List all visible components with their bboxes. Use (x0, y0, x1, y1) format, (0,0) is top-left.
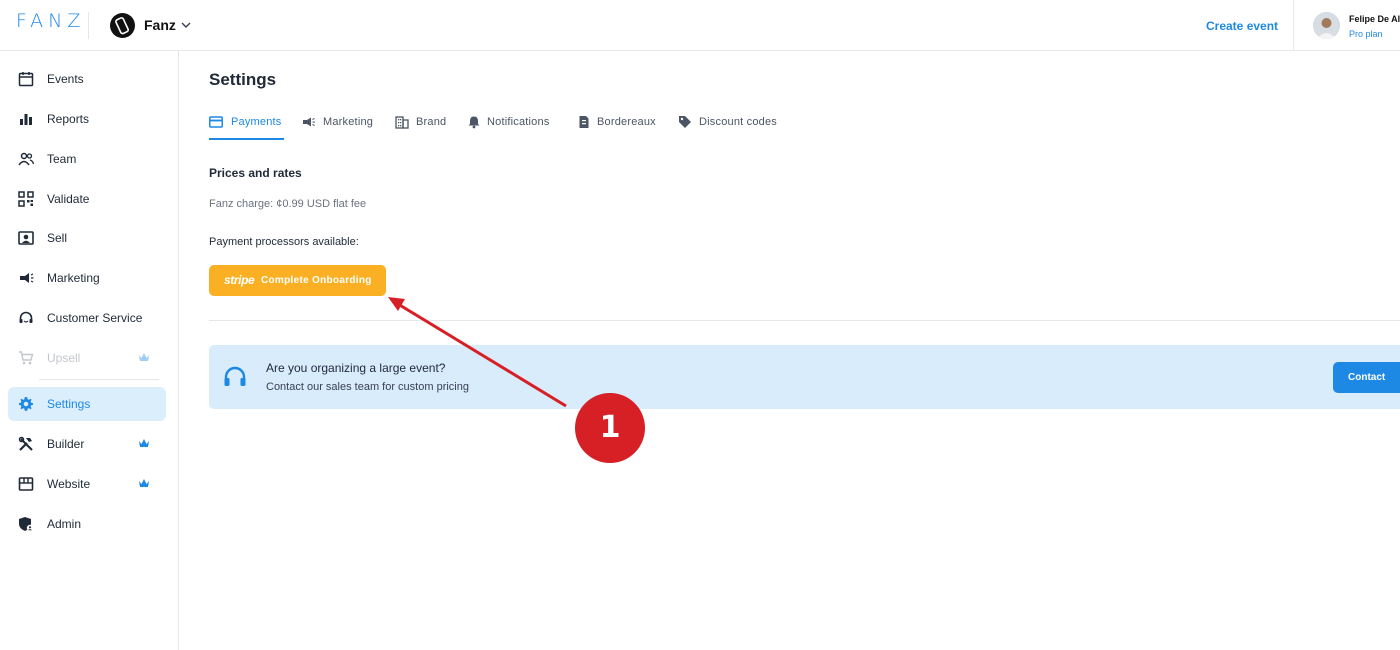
stripe-button-label: Complete Onboarding (261, 275, 372, 286)
sidebar-item-label: Team (47, 152, 77, 166)
processors-label: Payment processors available: (209, 236, 359, 248)
sidebar-item-label: Upsell (47, 351, 81, 365)
user-name[interactable]: Felipe De Al (1349, 14, 1400, 24)
tab-discount-codes[interactable]: Discount codes (678, 112, 784, 140)
stripe-logo: stripe (224, 273, 255, 287)
user-avatar[interactable] (1313, 12, 1340, 39)
sidebar-item-label: Reports (47, 112, 90, 126)
credit-card-icon (209, 116, 223, 128)
sales-banner: Are you organizing a large event? Contac… (209, 345, 1400, 409)
sidebar-item-marketing[interactable]: Marketing (8, 261, 166, 295)
tab-label: Brand (416, 116, 447, 128)
crown-icon (139, 479, 149, 487)
tab-label: Bordereaux (597, 116, 656, 128)
user-plan[interactable]: Pro plan (1349, 29, 1383, 39)
tab-marketing[interactable]: Marketing (302, 112, 378, 140)
sidebar-item-sell[interactable]: Sell (8, 221, 166, 255)
tools-icon (18, 436, 33, 451)
qr-code-icon (18, 191, 34, 207)
cart-icon (19, 351, 34, 365)
stripe-onboarding-button[interactable]: stripe Complete Onboarding (209, 265, 386, 296)
crown-icon (139, 439, 149, 447)
tab-brand[interactable]: Brand (395, 112, 450, 140)
sidebar-item-label: Validate (47, 192, 90, 206)
chevron-down-icon[interactable] (180, 18, 192, 36)
tag-icon (679, 116, 691, 128)
org-avatar-icon[interactable] (110, 13, 135, 38)
sidebar-item-label: Customer Service (47, 311, 143, 325)
top-bar: FANZ Fanz Create event Felipe De Al Pro … (0, 0, 1400, 51)
sidebar-item-upsell[interactable]: Upsell (8, 341, 166, 375)
sidebar-item-validate[interactable]: Validate (8, 182, 166, 216)
building-icon (395, 116, 409, 129)
storefront-icon (18, 477, 34, 491)
sidebar-item-settings[interactable]: Settings (8, 387, 166, 421)
sidebar-item-events[interactable]: Events (8, 62, 166, 96)
users-icon (18, 152, 34, 166)
sidebar-item-builder[interactable]: Builder (8, 427, 166, 461)
headphones-icon (224, 366, 246, 386)
banner-subtitle: Contact our sales team for custom pricin… (266, 381, 469, 393)
sidebar-item-label: Settings (47, 397, 91, 411)
bell-icon (468, 116, 480, 129)
calendar-icon (18, 72, 34, 87)
sidebar-item-label: Sell (47, 231, 68, 245)
sidebar: Events Reports Team Validate Sell Market… (0, 51, 179, 650)
contact-button[interactable]: Contact (1333, 362, 1400, 393)
logo-divider (88, 12, 89, 39)
sidebar-item-reports[interactable]: Reports (8, 102, 166, 136)
user-divider (1293, 0, 1294, 51)
org-name[interactable]: Fanz (144, 17, 176, 33)
fee-text: Fanz charge: ¢0.99 USD flat fee (209, 198, 367, 210)
megaphone-icon (303, 117, 315, 127)
sidebar-item-label: Events (47, 72, 84, 86)
section-title: Prices and rates (209, 166, 302, 180)
document-icon (579, 116, 589, 128)
fanz-logo[interactable]: FANZ (16, 10, 85, 32)
sidebar-item-label: Marketing (47, 271, 100, 285)
sidebar-item-customer-service[interactable]: Customer Service (8, 301, 166, 335)
sidebar-divider (39, 379, 159, 380)
sidebar-item-admin[interactable]: Admin (8, 507, 166, 541)
create-event-link[interactable]: Create event (1206, 19, 1278, 33)
tab-label: Payments (231, 116, 282, 128)
tab-payments[interactable]: Payments (209, 112, 284, 140)
user-card-icon (18, 231, 34, 245)
shield-user-icon (19, 517, 34, 532)
megaphone-icon (20, 273, 34, 283)
sidebar-item-label: Builder (47, 437, 85, 451)
banner-title: Are you organizing a large event? (266, 361, 446, 375)
gear-icon (19, 397, 33, 411)
step-badge: 1 (575, 393, 645, 463)
sidebar-item-website[interactable]: Website (8, 467, 166, 501)
tab-label: Marketing (323, 116, 374, 128)
bar-chart-icon (20, 114, 32, 125)
tab-label: Discount codes (699, 116, 778, 128)
page-title: Settings (209, 70, 277, 89)
crown-icon (139, 353, 149, 361)
tab-bordereaux[interactable]: Bordereaux (577, 112, 661, 140)
sidebar-item-label: Website (47, 477, 91, 491)
headset-icon (19, 311, 33, 323)
annotation-arrow (388, 297, 567, 408)
tab-notifications[interactable]: Notifications (467, 112, 559, 140)
sidebar-item-label: Admin (47, 517, 82, 531)
tab-label: Notifications (487, 116, 550, 128)
section-divider (209, 320, 1400, 321)
sidebar-item-team[interactable]: Team (8, 142, 166, 176)
